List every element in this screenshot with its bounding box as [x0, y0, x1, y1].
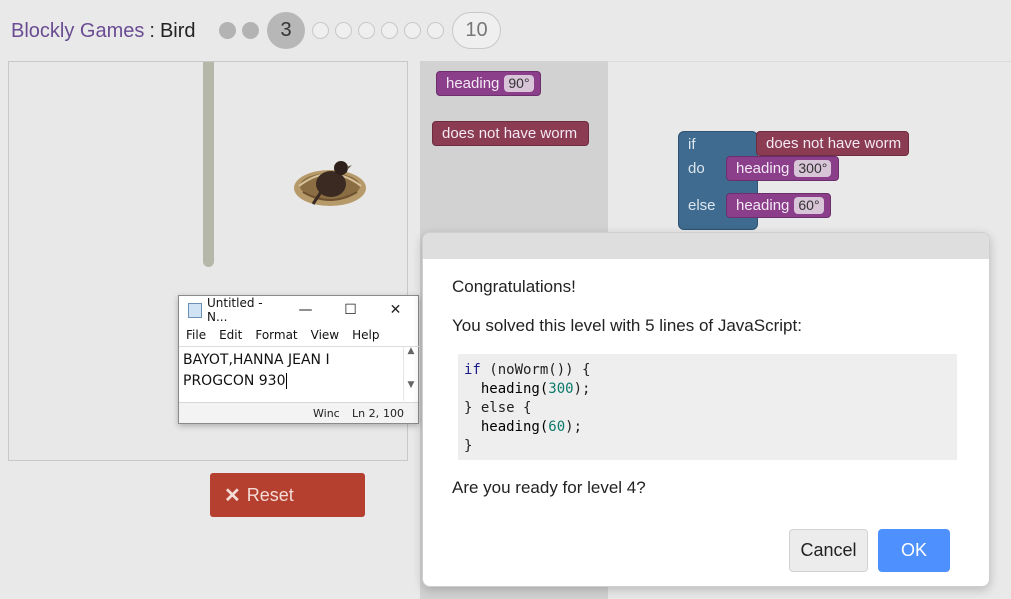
code-line-4: heading(60); [464, 419, 583, 435]
title-separator: : [149, 19, 155, 42]
heading-angle-field[interactable]: 90° [504, 75, 534, 92]
status-zoom: 100 [383, 407, 404, 420]
level-4-dot[interactable] [312, 22, 329, 39]
workspace-no-worm-block[interactable]: does not have worm [756, 131, 909, 156]
reset-label: Reset [246, 484, 294, 505]
heading-block-label: heading [446, 75, 500, 92]
ok-button[interactable]: OK [878, 529, 950, 572]
level-9-dot[interactable] [427, 22, 444, 39]
scroll-up-icon[interactable]: ▲ [404, 346, 418, 356]
menu-edit[interactable]: Edit [219, 328, 242, 342]
dialog-message: You solved this level with 5 lines of Ja… [452, 316, 802, 335]
notepad-window[interactable]: Untitled - N... — ☐ ✕ File Edit Format V… [178, 295, 419, 424]
menu-format[interactable]: Format [255, 328, 297, 342]
notepad-scrollbar[interactable]: ▲ ▼ [403, 346, 418, 401]
notepad-titlebar[interactable]: Untitled - N... — ☐ ✕ [179, 296, 418, 324]
menu-help[interactable]: Help [352, 328, 379, 342]
status-encoding: Winc [313, 407, 340, 420]
level-2-dot[interactable] [242, 22, 259, 39]
level-8-dot[interactable] [404, 22, 421, 39]
status-position: Ln 2, [352, 407, 380, 420]
code-line-5: } [464, 438, 473, 454]
level-7-dot[interactable] [381, 22, 398, 39]
reset-button[interactable]: ✕ Reset [210, 473, 365, 517]
wall [203, 62, 214, 267]
do-label: do [688, 160, 705, 177]
menu-view[interactable]: View [311, 328, 339, 342]
level-6-dot[interactable] [358, 22, 375, 39]
maximize-icon[interactable]: ☐ [328, 302, 373, 318]
workspace-condition-label: does not have worm [766, 135, 902, 152]
app-title-link[interactable]: Blockly Games [11, 20, 144, 43]
level-selector: 3 10 [219, 12, 501, 49]
level-1-dot[interactable] [219, 22, 236, 39]
level-current[interactable]: 3 [267, 12, 305, 49]
menu-file[interactable]: File [186, 328, 206, 342]
toolbox-heading-block[interactable]: heading 90° [436, 71, 541, 96]
notepad-statusbar: Winc Ln 2, 100 [179, 402, 418, 423]
game-title: Bird [159, 19, 196, 42]
code-line-2: heading(300); [464, 381, 591, 397]
notepad-line-2: PROGCON 930 [183, 373, 288, 389]
notepad-line-1: BAYOT,HANNA JEAN I [183, 352, 330, 368]
minimize-icon[interactable]: — [283, 302, 328, 318]
workspace-heading-60-block[interactable]: heading 60° [726, 193, 831, 218]
notepad-text-area[interactable]: BAYOT,HANNA JEAN I PROGCON 930 [179, 346, 419, 401]
congrats-dialog: Congratulations! You solved this level w… [422, 232, 990, 587]
if-label: if [688, 136, 696, 153]
dialog-question: Are you ready for level 4? [452, 478, 646, 497]
level-last[interactable]: 10 [452, 12, 501, 49]
heading-300-field[interactable]: 300° [794, 160, 832, 177]
heading-60-label: heading [736, 197, 790, 214]
level-5-dot[interactable] [335, 22, 352, 39]
notepad-app-icon [188, 302, 202, 318]
dialog-titlebar[interactable] [423, 233, 989, 259]
bird-in-nest-image [294, 161, 366, 206]
dialog-heading: Congratulations! [452, 277, 576, 296]
close-icon[interactable]: ✕ [373, 302, 418, 318]
close-x-icon: ✕ [224, 484, 241, 507]
app-header: Blockly Games : Bird [11, 16, 196, 46]
scroll-down-icon[interactable]: ▼ [404, 380, 418, 390]
code-line-3: } else { [464, 400, 532, 416]
workspace-heading-300-block[interactable]: heading 300° [726, 156, 839, 181]
heading-60-field[interactable]: 60° [794, 197, 824, 214]
notepad-title: Untitled - N... [207, 296, 263, 324]
notepad-menubar: File Edit Format View Help [179, 324, 418, 346]
code-listing: if (noWorm()) { heading(300); } else { h… [458, 354, 957, 460]
else-label: else [688, 197, 716, 214]
toolbox-no-worm-block[interactable]: does not have worm [432, 121, 589, 146]
heading-300-label: heading [736, 160, 790, 177]
cancel-button[interactable]: Cancel [789, 529, 868, 572]
code-line-1: if (noWorm()) { [464, 362, 591, 378]
condition-block-label: does not have worm [442, 125, 578, 142]
